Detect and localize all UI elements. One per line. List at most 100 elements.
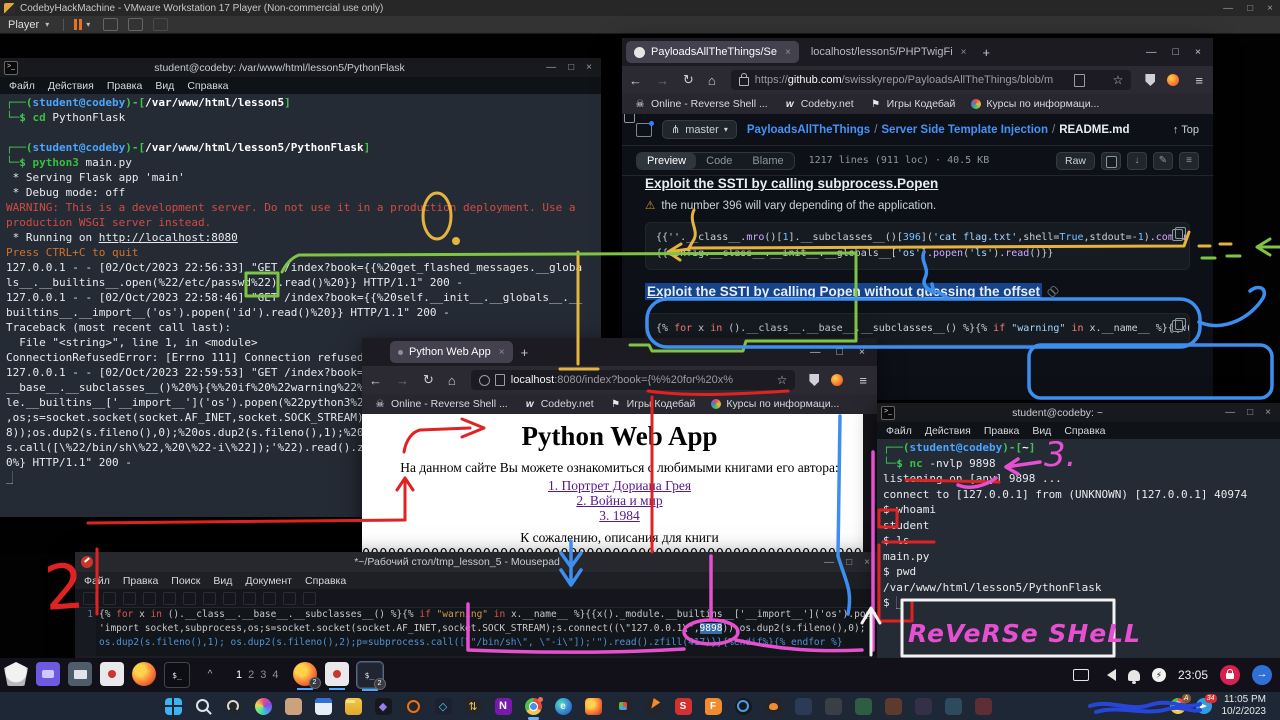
- bookmark-codeby[interactable]: wCodeby.net: [784, 98, 854, 110]
- badge-s-icon[interactable]: S: [675, 698, 692, 715]
- player-menu[interactable]: Player: [8, 19, 39, 31]
- url-bar[interactable]: localhost:8080/index?book={%%20for%20x% …: [471, 370, 796, 390]
- maximize-button[interactable]: □: [837, 346, 843, 358]
- menu-item[interactable]: Справка: [1064, 425, 1105, 437]
- menu-item[interactable]: Поиск: [171, 575, 200, 587]
- book-link-3[interactable]: 3. 1984: [362, 508, 877, 523]
- menu-burger-icon[interactable]: ≡: [1195, 73, 1203, 88]
- redo-icon[interactable]: [203, 592, 216, 605]
- start-icon[interactable]: [165, 698, 182, 715]
- close-button[interactable]: ×: [859, 346, 865, 358]
- edge-icon[interactable]: e: [555, 698, 572, 715]
- search-replace-icon[interactable]: [303, 592, 316, 605]
- terminal2-output[interactable]: ┌──(student@codeby)-[~]└─$ nc -nvlp 9898…: [877, 439, 1280, 660]
- tab-preview[interactable]: Preview: [637, 153, 696, 169]
- firefox-icon[interactable]: 2: [293, 662, 317, 686]
- download-icon[interactable]: ↓: [1127, 152, 1147, 170]
- close-button[interactable]: ×: [864, 557, 870, 568]
- open-file-icon[interactable]: [103, 592, 116, 605]
- studio-icon[interactable]: [615, 698, 632, 715]
- mousepad-titlebar[interactable]: *~/Рабочий стол/tmp_lesson_5 - Mousepad …: [75, 552, 879, 572]
- minimize-button[interactable]: —: [1146, 46, 1157, 58]
- menu-item[interactable]: Справка: [305, 575, 346, 587]
- book-f-icon[interactable]: F: [705, 698, 722, 715]
- suspend-caret-icon[interactable]: ▾: [86, 20, 90, 29]
- search-icon[interactable]: [195, 698, 212, 715]
- raw-button[interactable]: Raw: [1056, 152, 1095, 170]
- menu-item[interactable]: Файл: [84, 575, 110, 587]
- new-tab-button[interactable]: +: [983, 45, 991, 60]
- onenote-icon[interactable]: N: [495, 698, 512, 715]
- back-icon[interactable]: ←: [369, 373, 382, 388]
- maximize-button[interactable]: □: [1247, 3, 1253, 14]
- minimize-button[interactable]: —: [810, 346, 821, 358]
- menu-item[interactable]: Правка: [123, 575, 158, 587]
- reader-view-icon[interactable]: [1074, 74, 1085, 87]
- pinwheel-icon[interactable]: [255, 698, 272, 715]
- menu-item[interactable]: Действия: [48, 80, 94, 92]
- bookmark-reverse-shell[interactable]: ☠Online - Reverse Shell ...: [634, 98, 768, 110]
- heading-popen-no-offset[interactable]: Exploit the SSTI by calling Popen withou…: [645, 283, 1042, 300]
- minimize-button[interactable]: —: [824, 557, 834, 568]
- undo-icon[interactable]: [183, 592, 196, 605]
- tab-close-icon[interactable]: ×: [785, 47, 791, 58]
- cut-icon[interactable]: [223, 592, 236, 605]
- display-icon[interactable]: [1073, 669, 1089, 681]
- menu-item[interactable]: Вид: [1032, 425, 1051, 437]
- menu-burger-icon[interactable]: ≡: [859, 373, 867, 388]
- tab-blame[interactable]: Blame: [742, 153, 793, 169]
- arrows-icon[interactable]: ⇅: [465, 698, 482, 715]
- notifications-bell-icon[interactable]: [1128, 670, 1140, 681]
- copy-icon[interactable]: [1172, 320, 1183, 332]
- calendar-icon[interactable]: [315, 698, 332, 715]
- statue-icon[interactable]: [285, 698, 302, 715]
- url-bar[interactable]: https://github.com/swisskyrepo/PayloadsA…: [731, 70, 1132, 90]
- menu-item[interactable]: Вид: [213, 575, 232, 587]
- menu-item[interactable]: Справка: [187, 80, 228, 92]
- maximize-button[interactable]: □: [846, 557, 852, 568]
- shield3d-icon[interactable]: ◇: [435, 698, 452, 715]
- bookmark-codeby[interactable]: wCodeby.net: [524, 398, 594, 410]
- player-menu-caret-icon[interactable]: ▾: [45, 20, 49, 29]
- firefox-icon[interactable]: [132, 662, 156, 686]
- menu-item[interactable]: Файл: [886, 425, 912, 437]
- paste-icon[interactable]: [263, 592, 276, 605]
- app5-icon[interactable]: [915, 698, 932, 715]
- book-link-1[interactable]: 1. Портрет Дориана Грея: [362, 478, 877, 493]
- app1-icon[interactable]: [795, 698, 812, 715]
- app3-icon[interactable]: [855, 698, 872, 715]
- minimize-button[interactable]: —: [1223, 3, 1233, 14]
- kali-clock[interactable]: 23:05: [1178, 668, 1208, 682]
- close-file-icon[interactable]: [163, 592, 176, 605]
- menu-item[interactable]: Правка: [984, 425, 1019, 437]
- branch-selector[interactable]: ⋔ master ▾: [662, 120, 737, 139]
- breadcrumb-folder[interactable]: Server Side Template Injection: [881, 124, 1048, 136]
- edit-icon[interactable]: ✎: [1153, 152, 1173, 170]
- home-icon[interactable]: ⌂: [708, 73, 716, 88]
- tab-code[interactable]: Code: [696, 153, 742, 169]
- power-manager-icon[interactable]: ⚡: [1152, 668, 1166, 682]
- mousepad-editor[interactable]: 1 {% for x in ().__class__.__base__.__su…: [75, 608, 879, 656]
- bookmark-games[interactable]: ⚑Игры Кодебай: [870, 98, 956, 110]
- close-button[interactable]: ×: [586, 62, 592, 73]
- obsidian-icon[interactable]: ◆: [375, 698, 392, 715]
- logout-button[interactable]: →: [1252, 665, 1272, 685]
- reload-icon[interactable]: ↻: [683, 72, 694, 88]
- maximize-button[interactable]: □: [1173, 46, 1179, 58]
- tab-close-icon[interactable]: ×: [499, 347, 505, 358]
- workspace-number[interactable]: 4: [272, 669, 278, 681]
- terminal-icon[interactable]: [164, 662, 190, 688]
- files-icon[interactable]: [68, 662, 92, 686]
- bookmark-star-icon[interactable]: ☆: [1113, 73, 1124, 87]
- app6-icon[interactable]: [945, 698, 962, 715]
- fullscreen-button[interactable]: [128, 18, 143, 31]
- explorer-icon[interactable]: [345, 698, 362, 715]
- new-file-icon[interactable]: [83, 592, 96, 605]
- bookmark-courses[interactable]: Курсы по информаци...: [711, 398, 839, 410]
- reload-icon[interactable]: ↻: [423, 372, 434, 388]
- clockapp-icon[interactable]: [405, 698, 422, 715]
- terminal-icon[interactable]: 2: [357, 662, 383, 688]
- bookmark-games[interactable]: ⚑Игры Кодебай: [610, 398, 696, 410]
- workspace-icon[interactable]: [36, 662, 60, 686]
- windows-clock[interactable]: 11:05 PM 10/2/2023: [1222, 694, 1271, 718]
